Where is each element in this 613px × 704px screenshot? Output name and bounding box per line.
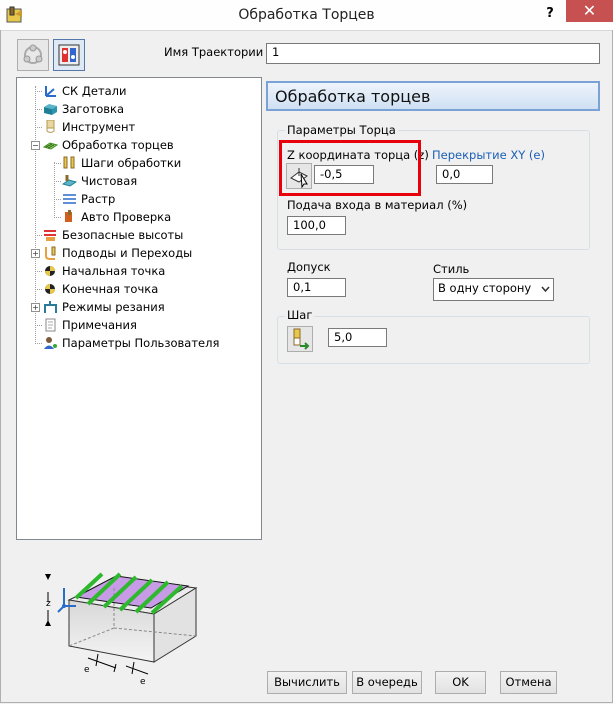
step-group [277,316,590,364]
close-button[interactable]: ✕ [566,0,613,22]
user-params-icon [44,337,57,349]
tree-item-label: Начальная точка [62,264,166,278]
tree-item-label: Обработка торцев [62,138,174,152]
queue-button[interactable]: В очередь [352,671,422,694]
stock-block-icon [44,104,57,115]
tree-item-label: СК Детали [62,84,127,98]
tree-expand-toggle[interactable]: + [31,303,40,312]
tool-step-icon [293,328,310,350]
reset-button[interactable] [17,39,49,71]
tree-connector-h [54,181,61,182]
tree-collapse-toggle[interactable]: − [31,141,40,150]
tree-connector-sub [54,162,55,216]
plunge-feed-input[interactable]: 100,0 [287,216,346,235]
diagram-e-label-2: e [140,677,146,687]
tree-connector-h [35,289,42,290]
cancel-button[interactable]: Отмена [500,671,557,694]
finishing-icon [62,175,77,187]
tree-expand-toggle[interactable]: + [31,249,40,258]
tree-connector-h [35,343,42,344]
tree-item-label: Подводы и Переходы [62,246,193,260]
tree-item-label: Авто Проверка [81,210,172,224]
face-milling-icon [43,142,58,150]
tree-connector-h [54,163,61,164]
panel-header: Обработка торцев [266,81,600,111]
safe-heights-icon [44,230,56,241]
notes-icon [45,318,56,332]
style-select[interactable]: В одну сторону [433,278,554,301]
panel-title: Обработка торцев [275,87,431,106]
tree-item-label: Безопасные высоты [62,228,184,242]
tree-item-label: Режимы резания [62,300,165,314]
xy-overlap-input[interactable]: 0,0 [436,165,493,184]
tolerance-input[interactable]: 0,1 [287,278,346,297]
tree-item-label: Чистовая [81,174,138,188]
tree-item-label: Конечная точка [62,282,159,296]
auto-check-icon [65,210,72,222]
calculate-button[interactable]: Вычислить [267,671,347,694]
raster-icon [63,194,76,204]
step-input[interactable]: 5,0 [328,328,387,347]
reset-icon [23,44,43,64]
tree-item-label: Шаги обработки [81,156,182,170]
preview-button[interactable] [53,39,85,71]
tree-connector-h [35,91,42,92]
title-bar: Обработка Торцев ? ✕ [0,0,613,31]
tree-item-label: Примечания [62,318,137,332]
window-title: Обработка Торцев [238,7,375,23]
axes-icon [45,86,56,97]
xy-overlap-label: Перекрытие XY (e) [432,148,545,162]
settings-tree[interactable]: СК Детали Заготовка Инструмент − Обработ… [16,77,262,540]
step-down-icon [63,156,75,169]
tree-connector-h [54,217,61,218]
help-button[interactable]: ? [540,4,560,24]
style-select-value: В одну сторону [438,281,532,295]
face-milling-diagram-graphic: z e e [45,572,198,687]
leads-links-icon [45,246,56,260]
step-tool-button[interactable] [287,326,313,352]
end-point-icon [45,284,55,294]
step-title: Шаг [285,308,315,322]
chevron-down-icon [541,286,550,292]
tree-item-label: Заготовка [62,102,125,116]
highlight-box [279,140,421,196]
face-params-title: Параметры Торца [285,123,398,137]
tree-item-label: Параметры Пользователя [62,336,220,350]
diagram-z-label: z [46,599,51,609]
ok-button[interactable]: OK [435,671,486,694]
tree-item-label: Инструмент [62,120,136,134]
preview-icon [58,44,80,66]
plunge-feed-label: Подача входа в материал (%) [287,198,468,212]
tree-item-label: Растр [81,192,116,206]
tree-connector-h [35,325,42,326]
tree-connector-h [35,127,42,128]
tool-icon [46,120,55,133]
style-label: Стиль [433,262,470,276]
tree-connector-h [35,109,42,110]
feeds-speeds-icon [44,301,57,313]
start-point-icon [45,266,55,276]
trajectory-name-label: Имя Траектории [164,45,264,59]
tree-connector-h [54,199,61,200]
face-milling-diagram: z e e [36,560,216,690]
tree-connector-h [35,271,42,272]
trajectory-name-input[interactable]: 1 [266,43,600,64]
tolerance-label: Допуск [287,260,331,274]
tree-connector-h [35,235,42,236]
diagram-e-label-1: e [84,665,90,675]
